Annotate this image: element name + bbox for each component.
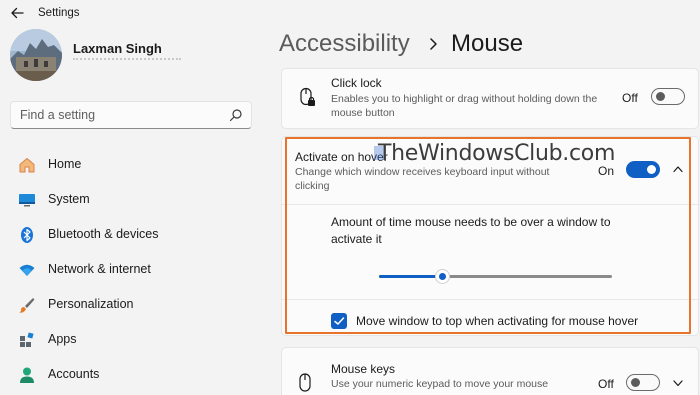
nav-label: Apps — [48, 332, 77, 346]
mouse-keys-state: Off — [598, 377, 614, 391]
nav-item-system[interactable]: System — [6, 184, 256, 214]
nav-label: Bluetooth & devices — [48, 227, 159, 241]
user-name: Laxman Singh — [73, 41, 162, 56]
mouse-keys-title: Mouse keys — [331, 362, 396, 376]
click-lock-state: Off — [622, 91, 638, 105]
nav-label: Personalization — [48, 297, 134, 311]
monitor-icon — [19, 194, 35, 207]
breadcrumb-parent[interactable]: Accessibility — [279, 30, 410, 58]
click-lock-toggle[interactable] — [651, 88, 685, 105]
mouse-keys-card: Mouse keys Use your numeric keypad to mo… — [281, 347, 699, 395]
nav-label: Home — [48, 157, 82, 171]
click-lock-description: Enables you to highlight or drag without… — [331, 93, 598, 119]
mouse-lock-icon — [300, 87, 315, 106]
nav-label: Accounts — [48, 367, 100, 381]
back-arrow-icon[interactable] — [8, 4, 26, 22]
user-email-redacted — [73, 58, 181, 61]
nav-item-bluetooth[interactable]: Bluetooth & devices — [6, 219, 256, 249]
mouse-keys-description: Use your numeric keypad to move your mou… — [331, 378, 549, 390]
apps-icon — [20, 332, 34, 347]
highlight-frame — [285, 137, 691, 334]
wifi-icon — [19, 264, 35, 276]
nav-item-accounts[interactable]: Accounts — [6, 359, 256, 389]
click-lock-title: Click lock — [331, 76, 382, 90]
brush-icon — [19, 298, 35, 313]
nav-item-network[interactable]: Network & internet — [6, 254, 256, 284]
app-title: Settings — [38, 7, 80, 19]
page-title: Mouse — [451, 30, 524, 57]
home-icon — [19, 158, 35, 173]
watermark: TheWindowsClub.com — [374, 141, 615, 166]
search-input[interactable] — [20, 108, 220, 122]
mouse-keys-toggle[interactable] — [626, 374, 660, 391]
nav-item-home[interactable]: Home — [6, 149, 256, 179]
chevron-right-icon — [430, 38, 437, 50]
nav-label: System — [48, 192, 90, 206]
avatar[interactable] — [10, 29, 62, 81]
nav-label: Network & internet — [48, 262, 151, 276]
chevron-down-icon[interactable] — [672, 378, 684, 388]
search-box[interactable] — [10, 101, 252, 129]
mouse-icon — [299, 373, 311, 392]
nav-item-personalization[interactable]: Personalization — [6, 289, 256, 319]
click-lock-card: Click lock Enables you to highlight or d… — [281, 68, 699, 129]
search-icon[interactable] — [229, 108, 243, 122]
bluetooth-icon — [21, 227, 33, 243]
nav-item-apps[interactable]: Apps — [6, 324, 256, 354]
person-icon — [20, 367, 34, 383]
